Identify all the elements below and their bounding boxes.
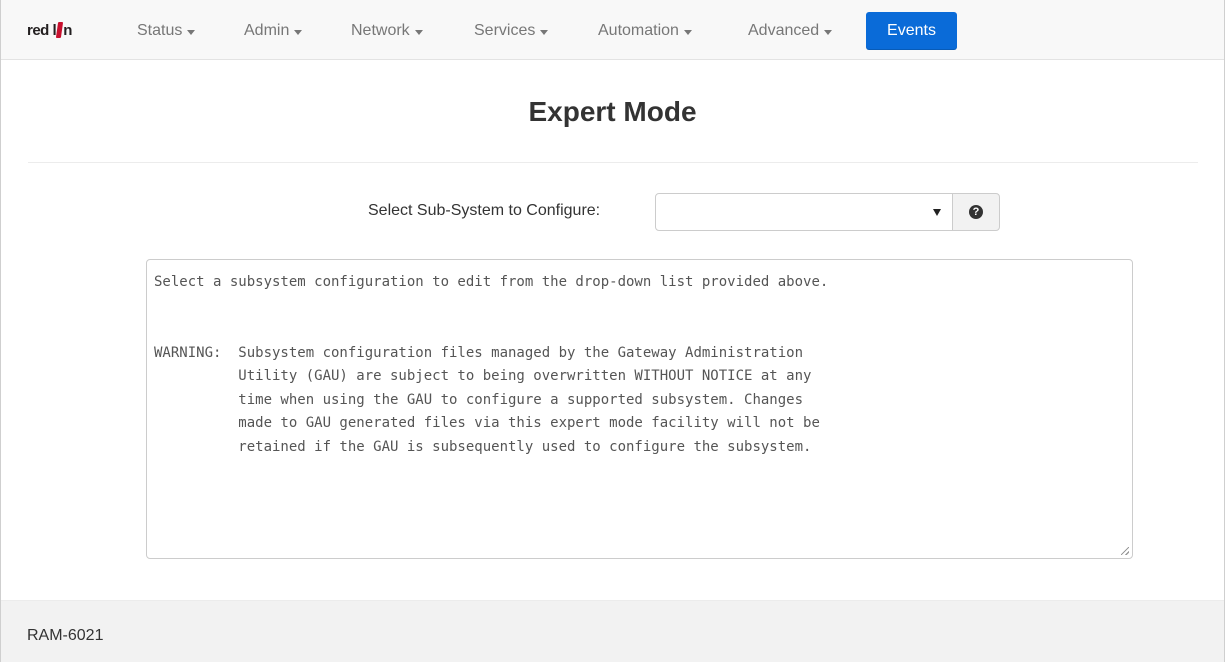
- caret-down-icon: [294, 29, 303, 35]
- footer: RAM-6021: [1, 600, 1224, 662]
- help-button[interactable]: ?: [952, 193, 1000, 231]
- nav-network-menu[interactable]: Network: [351, 19, 423, 43]
- nav-status-menu[interactable]: Status: [137, 19, 196, 43]
- subsystem-select[interactable]: [655, 193, 953, 231]
- caret-down-icon: [187, 29, 196, 35]
- nav-network-label: Network: [351, 22, 410, 39]
- nav-automation-label: Automation: [598, 22, 679, 39]
- dropdown-arrow-icon: [933, 209, 941, 216]
- question-circle-icon: ?: [969, 205, 983, 219]
- title-divider: [28, 162, 1198, 163]
- config-editor-textarea[interactable]: Select a subsystem configuration to edit…: [146, 259, 1133, 559]
- nav-advanced-label: Advanced: [748, 22, 820, 39]
- top-navbar: red l n Status Admin Network Services Aut…: [1, 0, 1224, 60]
- nav-admin-label: Admin: [244, 22, 290, 39]
- resize-grip-icon[interactable]: [1121, 547, 1129, 555]
- nav-automation-menu[interactable]: Automation: [598, 19, 692, 43]
- caret-down-icon: [683, 29, 692, 35]
- logo-text-right: n: [63, 21, 72, 39]
- nav-events-button[interactable]: Events: [866, 12, 957, 50]
- nav-services-label: Services: [474, 22, 536, 39]
- page-title: Expert Mode: [528, 96, 697, 127]
- nav-services-menu[interactable]: Services: [474, 19, 549, 43]
- logo-text-left: red l: [27, 21, 57, 39]
- device-model-label: RAM-6021: [27, 627, 104, 644]
- nav-admin-menu[interactable]: Admin: [244, 19, 303, 43]
- caret-down-icon: [540, 29, 549, 35]
- nav-advanced-menu[interactable]: Advanced: [748, 19, 833, 43]
- subsystem-select-label: Select Sub-System to Configure:: [368, 202, 601, 219]
- config-editor-text: Select a subsystem configuration to edit…: [154, 274, 829, 455]
- caret-down-icon: [824, 29, 833, 35]
- caret-down-icon: [414, 29, 423, 35]
- nav-status-label: Status: [137, 22, 183, 39]
- red-lion-logo[interactable]: red l n: [27, 20, 72, 40]
- page: red l n Status Admin Network Services Aut…: [0, 0, 1225, 662]
